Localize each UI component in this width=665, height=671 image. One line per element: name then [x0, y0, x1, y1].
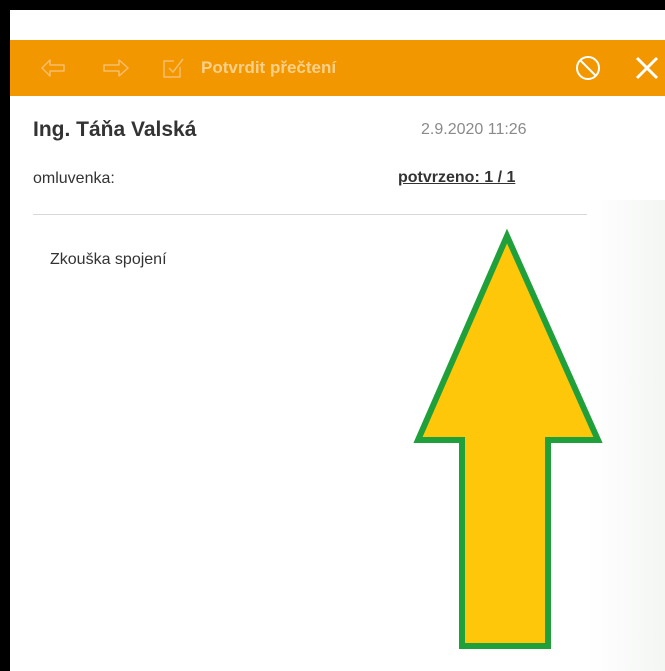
message-body: Zkouška spojení [50, 251, 167, 268]
close-icon[interactable] [628, 40, 665, 96]
sender-name: Ing. Táňa Valská [33, 118, 197, 141]
confirm-read-button[interactable]: Potvrdit přečtení [201, 40, 336, 96]
block-icon[interactable] [570, 40, 606, 96]
forward-arrow-icon[interactable] [96, 40, 136, 96]
checkbox-icon[interactable] [158, 40, 188, 96]
up-arrow-annotation-icon [410, 226, 610, 660]
header-divider [33, 214, 587, 215]
message-toolbar: Potvrdit přečtení [10, 40, 665, 96]
reply-arrow-icon[interactable] [36, 40, 72, 96]
message-category: omluvenka: [33, 170, 115, 187]
read-confirmation-link[interactable]: potvrzeno: 1 / 1 [398, 169, 515, 187]
message-date: 2.9.2020 11:26 [421, 121, 527, 138]
